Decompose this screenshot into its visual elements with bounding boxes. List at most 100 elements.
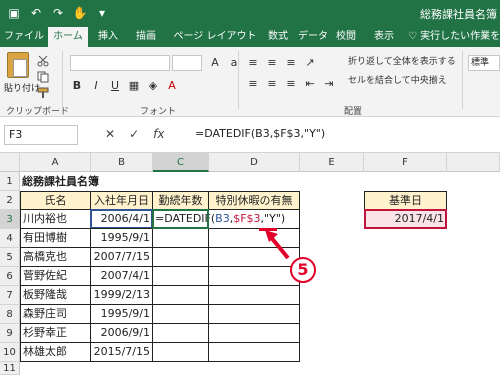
align-top-icon[interactable]: ≡ — [246, 56, 260, 70]
save-icon[interactable]: ▣ — [6, 5, 22, 21]
align-center-icon[interactable]: ≡ — [265, 77, 279, 91]
base-date-value[interactable]: 2017/4/1 — [364, 209, 447, 229]
column-header-c[interactable]: C — [153, 153, 209, 172]
touch-mode-icon[interactable]: ✋ — [72, 5, 88, 21]
tab-page-layout[interactable]: ページ レイアウト — [170, 27, 260, 47]
years-cell[interactable] — [152, 228, 209, 248]
formula-input[interactable]: =DATEDIF(B3,$F$3,"Y") — [195, 127, 325, 140]
orientation-icon[interactable]: ↗ — [303, 56, 317, 70]
header-years[interactable]: 勤続年数 — [152, 191, 209, 210]
join-date-cell[interactable]: 2006/9/1 — [90, 323, 153, 343]
tab-review[interactable]: 校閲 — [334, 27, 358, 47]
tab-file[interactable]: ファイル — [2, 27, 46, 47]
cancel-icon[interactable]: ✕ — [105, 127, 115, 141]
undo-icon[interactable]: ↶ — [28, 5, 44, 21]
join-date-cell[interactable]: 1995/9/1 — [90, 228, 153, 248]
font-color-icon[interactable]: A — [165, 79, 179, 93]
format-painter-icon[interactable] — [36, 87, 50, 99]
redo-icon[interactable]: ↷ — [50, 5, 66, 21]
active-cell-editing[interactable]: =DATEDIF(B3,$F$3,"Y") — [152, 209, 285, 229]
years-cell[interactable] — [152, 285, 209, 305]
join-date-cell[interactable]: 2015/7/15 — [90, 342, 153, 362]
join-date-cell[interactable]: 2007/4/1 — [90, 266, 153, 286]
grow-font-icon[interactable]: A — [208, 56, 222, 70]
special-leave-cell[interactable] — [208, 323, 300, 343]
header-name[interactable]: 氏名 — [20, 191, 91, 210]
sheet-title[interactable]: 総務課社員名簿 — [20, 172, 153, 191]
align-left-icon[interactable]: ≡ — [246, 77, 260, 91]
header-special-leave[interactable]: 特別休暇の有無 — [208, 191, 300, 210]
years-cell[interactable] — [152, 304, 209, 324]
row-header-11[interactable]: 11 — [0, 362, 20, 375]
align-bottom-icon[interactable]: ≡ — [284, 56, 298, 70]
column-header-d[interactable]: D — [209, 153, 300, 172]
cut-icon[interactable] — [36, 55, 50, 67]
column-header-f[interactable]: F — [364, 153, 447, 172]
tab-home[interactable]: ホーム — [48, 27, 88, 47]
font-name-select[interactable] — [70, 55, 170, 71]
border-icon[interactable]: ▦ — [127, 79, 141, 93]
customize-qat-icon[interactable]: ▾ — [94, 5, 110, 21]
align-right-icon[interactable]: ≡ — [284, 77, 298, 91]
fill-color-icon[interactable]: ◈ — [146, 79, 160, 93]
row-header-9[interactable]: 9 — [0, 324, 20, 343]
tell-me-search[interactable]: ♡ 実行したい作業を入 — [408, 27, 500, 47]
special-leave-cell[interactable] — [208, 266, 300, 286]
row-header-3[interactable]: 3 — [0, 210, 20, 229]
employee-name[interactable]: 杉野幸正 — [20, 323, 91, 343]
italic-icon[interactable]: I — [89, 79, 103, 93]
employee-name[interactable]: 川内裕也 — [20, 209, 91, 229]
join-date-cell[interactable]: 1995/9/1 — [90, 304, 153, 324]
tab-insert[interactable]: 挿入 — [94, 27, 122, 47]
tab-draw[interactable]: 描画 — [132, 27, 160, 47]
number-format-select[interactable]: 標準 — [468, 55, 500, 71]
employee-name[interactable]: 有田博樹 — [20, 228, 91, 248]
row-header-7[interactable]: 7 — [0, 286, 20, 305]
enter-icon[interactable]: ✓ — [129, 127, 139, 141]
row-header-2[interactable]: 2 — [0, 191, 20, 210]
years-cell[interactable] — [152, 323, 209, 343]
join-date-cell[interactable]: 2007/7/15 — [90, 247, 153, 267]
insert-function-icon[interactable]: fx — [153, 127, 164, 141]
years-cell[interactable] — [152, 266, 209, 286]
tab-data[interactable]: データ — [298, 27, 328, 47]
decrease-indent-icon[interactable]: ⇤ — [303, 77, 317, 91]
paste-button[interactable]: 貼り付け — [4, 81, 40, 94]
paste-icon[interactable] — [7, 52, 29, 78]
years-cell[interactable] — [152, 342, 209, 362]
tab-formulas[interactable]: 数式 — [264, 27, 292, 47]
font-size-select[interactable] — [172, 55, 202, 71]
join-date-cell[interactable]: 1999/2/13 — [90, 285, 153, 305]
employee-name[interactable]: 森野庄司 — [20, 304, 91, 324]
special-leave-cell[interactable] — [208, 285, 300, 305]
column-header-b[interactable]: B — [91, 153, 153, 172]
bold-icon[interactable]: B — [70, 79, 84, 93]
wrap-text-button[interactable]: 折り返して全体を表示する — [348, 54, 456, 67]
employee-name[interactable]: 菅野佐紀 — [20, 266, 91, 286]
special-leave-cell[interactable] — [208, 304, 300, 324]
base-date-label[interactable]: 基準日 — [364, 191, 447, 210]
employee-name[interactable]: 高橋克也 — [20, 247, 91, 267]
years-cell[interactable] — [152, 247, 209, 267]
employee-name[interactable]: 林雄太郎 — [20, 342, 91, 362]
copy-icon[interactable] — [36, 71, 50, 83]
increase-indent-icon[interactable]: ⇥ — [322, 77, 336, 91]
row-header-8[interactable]: 8 — [0, 305, 20, 324]
row-header-5[interactable]: 5 — [0, 248, 20, 267]
align-middle-icon[interactable]: ≡ — [265, 56, 279, 70]
column-header-a[interactable]: A — [20, 153, 91, 172]
tab-view[interactable]: 表示 — [370, 27, 398, 47]
row-header-1[interactable]: 1 — [0, 172, 20, 191]
merge-center-button[interactable]: セルを結合して中央揃え — [348, 73, 447, 86]
join-date-cell[interactable]: 2006/4/1 — [90, 209, 153, 229]
column-header-e[interactable]: E — [300, 153, 364, 172]
row-header-4[interactable]: 4 — [0, 229, 20, 248]
row-header-6[interactable]: 6 — [0, 267, 20, 286]
row-header-10[interactable]: 10 — [0, 343, 20, 362]
employee-name[interactable]: 板野隆哉 — [20, 285, 91, 305]
select-all-corner[interactable] — [0, 153, 20, 172]
header-join-date[interactable]: 入社年月日 — [90, 191, 153, 210]
underline-icon[interactable]: U — [108, 79, 122, 93]
name-box[interactable]: F3 — [4, 125, 78, 145]
special-leave-cell[interactable] — [208, 342, 300, 362]
